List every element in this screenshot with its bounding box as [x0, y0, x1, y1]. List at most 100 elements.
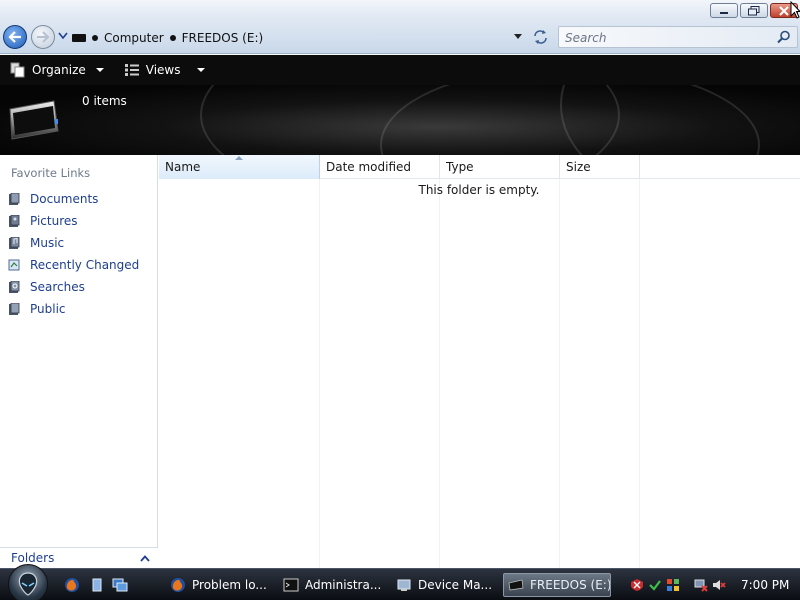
firefox-quicklaunch-icon[interactable] [64, 577, 80, 593]
column-header-size[interactable]: Size [560, 155, 640, 179]
breadcrumb: Computer FREEDOS (E:) [72, 27, 532, 48]
taskbar-item-command-prompt[interactable]: Administra... [279, 573, 387, 597]
background-swirl [560, 85, 800, 155]
minimize-icon [720, 11, 728, 14]
views-icon [124, 64, 139, 76]
views-label: Views [145, 63, 181, 77]
chevron-up-icon [140, 554, 150, 562]
back-arrow-icon [8, 31, 21, 43]
nav-item-label: Documents [30, 192, 99, 206]
organize-label: Organize [32, 63, 86, 77]
taskbar-item-device-manager[interactable]: Device Ma... [392, 573, 500, 597]
refresh-icon[interactable] [532, 29, 552, 45]
navigation-pane: Favorite Links Documents Pictures Music … [0, 155, 158, 568]
taskbar-item-label: Device Ma... [418, 578, 493, 592]
drive-large-icon [9, 100, 59, 140]
search-icon[interactable] [777, 30, 791, 44]
favorite-links-list: Documents Pictures Music Recently Change… [6, 188, 156, 320]
nav-item-label: Music [30, 236, 65, 250]
column-guide [319, 179, 320, 568]
taskbar-item-firefox[interactable]: Problem lo... [166, 573, 274, 597]
network-disconnected-icon[interactable] [694, 578, 708, 592]
breadcrumb-separator[interactable] [169, 34, 176, 41]
taskbar-item-label: Problem lo... [192, 578, 267, 592]
mouse-cursor-icon [790, 1, 800, 19]
breadcrumb-computer[interactable]: Computer [104, 31, 164, 45]
firefox-icon [171, 578, 185, 592]
update-check-icon[interactable] [648, 578, 662, 592]
nav-item-documents[interactable]: Documents [6, 188, 156, 210]
nav-item-label: Public [30, 302, 66, 316]
column-headers: Name Date modified Type Size [159, 155, 800, 179]
breadcrumb-separator[interactable] [92, 34, 98, 41]
nav-item-public[interactable]: Public [6, 298, 156, 320]
nav-item-recently-changed[interactable]: Recently Changed [6, 254, 156, 276]
address-dropdown-icon[interactable] [513, 34, 523, 40]
item-count: 0 items [82, 94, 127, 108]
show-desktop-icon[interactable] [90, 577, 106, 593]
close-icon [779, 5, 789, 16]
restore-button[interactable] [740, 3, 768, 18]
searches-icon [9, 281, 20, 293]
recently-changed-icon [8, 259, 20, 271]
pictures-icon [9, 215, 20, 227]
column-header-label: Type [446, 160, 474, 174]
restore-icon [748, 5, 760, 15]
column-header-label: Size [566, 160, 591, 174]
switch-windows-icon[interactable] [112, 577, 128, 593]
documents-icon [9, 193, 20, 205]
command-bar: Organize Views [0, 55, 800, 85]
organize-dropdown-icon [95, 68, 104, 72]
column-header-name[interactable]: Name [159, 155, 320, 179]
folders-label: Folders [11, 551, 55, 565]
column-header-type[interactable]: Type [440, 155, 560, 179]
file-list[interactable]: Name Date modified Type Size This folder… [159, 155, 800, 568]
nav-item-label: Pictures [30, 214, 78, 228]
nav-item-searches[interactable]: Searches [6, 276, 156, 298]
column-header-label: Name [165, 160, 201, 174]
empty-folder-text: This folder is empty. [418, 183, 540, 197]
forward-button[interactable] [31, 25, 55, 49]
minimize-button[interactable] [710, 3, 738, 18]
window-titlebar [0, 0, 800, 20]
organize-icon [10, 62, 25, 78]
views-button[interactable]: Views [118, 58, 187, 82]
address-bar: Computer FREEDOS (E:) [0, 20, 800, 54]
taskbar-item-label: FREEDOS (E:) [530, 578, 611, 592]
sort-ascending-icon [235, 156, 243, 160]
column-guide [639, 179, 640, 568]
favorite-links-title: Favorite Links [11, 166, 91, 180]
nav-item-music[interactable]: Music [6, 232, 156, 254]
public-icon [9, 303, 20, 315]
column-header-label: Date modified [326, 160, 412, 174]
alien-logo-icon [18, 572, 38, 596]
device-manager-icon [397, 579, 411, 591]
column-guide [439, 179, 440, 568]
taskbar-item-freedos[interactable]: FREEDOS (E:) [503, 573, 611, 597]
views-dropdown-icon[interactable] [196, 68, 205, 72]
nav-item-label: Recently Changed [30, 258, 140, 272]
column-guide [559, 179, 560, 568]
windows-defender-icon[interactable] [666, 578, 680, 592]
column-header-date-modified[interactable]: Date modified [320, 155, 440, 179]
command-prompt-icon [283, 578, 299, 592]
breadcrumb-freedos[interactable]: FREEDOS (E:) [182, 31, 264, 45]
security-alert-icon[interactable] [630, 578, 644, 592]
back-button[interactable] [3, 25, 27, 49]
taskbar: Problem lo... Administra... Device Ma...… [0, 564, 800, 600]
taskbar-item-label: Administra... [305, 578, 382, 592]
search-box[interactable] [558, 26, 798, 48]
column-header-filler [640, 155, 800, 179]
search-input[interactable] [565, 30, 765, 46]
drive-icon [508, 579, 524, 591]
recent-pages-chevron-icon[interactable] [58, 32, 68, 40]
organize-button[interactable]: Organize [4, 58, 110, 82]
music-icon [9, 237, 20, 249]
volume-muted-icon[interactable] [712, 578, 726, 592]
drive-mini-icon [72, 33, 86, 42]
nav-item-pictures[interactable]: Pictures [6, 210, 156, 232]
details-header: 0 items [0, 85, 800, 155]
taskbar-clock[interactable]: 7:00 PM [741, 578, 789, 592]
forward-arrow-icon [37, 31, 50, 43]
start-button[interactable] [8, 564, 48, 600]
